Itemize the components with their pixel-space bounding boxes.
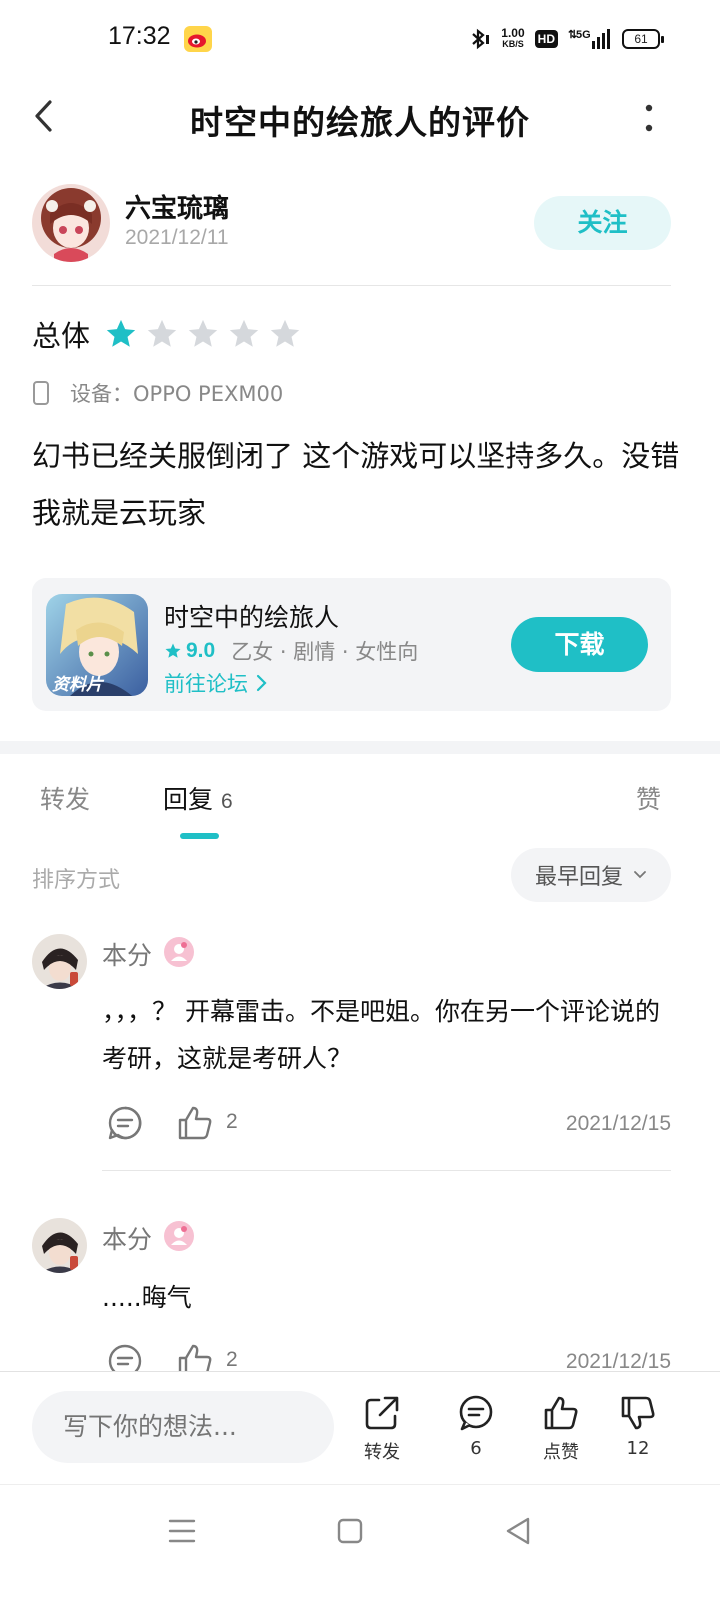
comment-date: 2021/12/15	[565, 1350, 671, 1371]
header: 时空中的绘旅人的评价	[0, 80, 720, 156]
network-type: 5G	[576, 29, 591, 41]
comment-text: ，，，？ 开幕雷击。不是吧姐。你在另一个评论说的考研，这就是考研人？	[102, 997, 660, 1073]
chevron-right-icon	[256, 674, 267, 692]
star-empty-icon	[229, 319, 259, 347]
system-nav-bar	[0, 1484, 720, 1608]
app-name[interactable]: 时空中的绘旅人	[164, 598, 339, 634]
like-button[interactable]: 点赞	[526, 1394, 596, 1464]
forward-button[interactable]: 转发	[347, 1394, 417, 1464]
weibo-icon	[184, 26, 212, 52]
tab-reply-count: 6	[221, 790, 233, 813]
status-bar: 17:32 1.00 KB/S HD ⇅ 5G 61	[0, 0, 720, 80]
hd-badge: HD	[534, 30, 558, 48]
active-tab-indicator	[180, 833, 219, 839]
author-name[interactable]: 六宝琉璃	[125, 188, 229, 225]
thumbs-up-icon[interactable]	[176, 1342, 214, 1371]
tab-forward[interactable]: 转发	[40, 780, 90, 816]
rating-label: 总体	[32, 319, 91, 353]
bluetooth-icon	[472, 28, 490, 50]
tab-reply[interactable]: 回复 6	[163, 780, 233, 816]
sort-selected: 最早回复	[534, 865, 623, 890]
star-filled-icon	[106, 319, 136, 347]
comment-text: .....晦气	[102, 1283, 192, 1312]
device-info: 设备：OPPO PEXM00	[32, 376, 283, 410]
comment-button[interactable]: 6	[441, 1394, 511, 1459]
share-icon	[365, 1396, 399, 1430]
page-title: 时空中的绘旅人的评价	[190, 103, 530, 142]
sort-label: 排序方式	[32, 868, 121, 893]
divider	[32, 285, 671, 286]
app-tags: 乙女 · 剧情 · 女性向	[231, 640, 419, 664]
comment-item: 本分 ，，，？ 开幕雷击。不是吧姐。你在另一个评论说的考研，这就是考研人？ 2 …	[0, 930, 720, 1171]
device-label: 设备：OPPO PEXM00	[70, 382, 284, 406]
speed-value: 1.00	[501, 26, 525, 40]
user-badge-icon	[164, 937, 194, 967]
signal-icon: ⇅ 5G	[568, 29, 610, 49]
comment-input[interactable]	[32, 1391, 334, 1463]
star-icon	[165, 643, 181, 658]
back-icon[interactable]	[498, 1511, 538, 1551]
comment-divider	[102, 1170, 671, 1171]
commenter-name[interactable]: 本分	[102, 1220, 152, 1256]
star-empty-icon	[188, 319, 218, 347]
commenter-avatar[interactable]	[32, 1218, 87, 1273]
chevron-down-icon	[634, 871, 646, 879]
app-icon-text: 资料片	[52, 675, 105, 695]
commenter-avatar[interactable]	[32, 934, 87, 989]
reply-icon[interactable]	[106, 1342, 144, 1371]
tab-like[interactable]: 赞	[636, 780, 661, 816]
more-options-icon[interactable]	[636, 98, 662, 138]
app-meta: 9.0 乙女 · 剧情 · 女性向	[164, 636, 418, 666]
rating-row: 总体	[32, 312, 309, 356]
forum-link[interactable]: 前往论坛	[164, 668, 270, 698]
tab-reply-label: 回复	[163, 785, 214, 814]
app-score: 9.0	[186, 639, 216, 662]
star-empty-icon	[270, 319, 300, 347]
author-section: 六宝琉璃 2021/12/11 关注	[0, 180, 720, 270]
dislike-count: 12	[626, 1438, 650, 1459]
star-rating	[104, 317, 309, 351]
status-time: 17:32	[108, 22, 171, 50]
comment-like-count: 2	[226, 1348, 238, 1371]
app-icon[interactable]: 资料片	[46, 594, 148, 696]
comment-count: 6	[470, 1438, 482, 1459]
user-badge-icon	[164, 1221, 194, 1251]
forward-label: 转发	[364, 1442, 400, 1463]
author-avatar[interactable]	[32, 184, 110, 262]
home-icon[interactable]	[330, 1511, 370, 1551]
download-button[interactable]: 下载	[511, 617, 648, 672]
comment-like-count: 2	[226, 1110, 238, 1133]
review-text: 幻书已经关服倒闭了 这个游戏可以坚持多久。没错我就是云玩家	[32, 439, 680, 530]
reply-icon[interactable]	[106, 1104, 144, 1142]
star-empty-icon	[147, 319, 177, 347]
battery-indicator: 61	[622, 29, 664, 49]
review-date: 2021/12/11	[125, 226, 229, 249]
commenter-name[interactable]: 本分	[102, 936, 152, 972]
comment-item: 本分 .....晦气 2 2021/12/15	[0, 1214, 720, 1371]
sort-dropdown[interactable]: 最早回复	[511, 848, 671, 902]
bottom-action-bar: 转发 6 点赞 12	[0, 1371, 720, 1483]
thumbs-up-icon	[544, 1396, 578, 1430]
phone-icon	[33, 381, 49, 405]
forum-link-label[interactable]: 前往论坛	[164, 668, 248, 698]
app-card[interactable]: 资料片 时空中的绘旅人 9.0 乙女 · 剧情 · 女性向 前往论坛 下载	[32, 578, 671, 711]
section-separator	[0, 741, 720, 754]
status-icons: 1.00 KB/S HD ⇅ 5G 61	[467, 24, 664, 54]
network-speed: 1.00 KB/S	[501, 26, 525, 50]
thumbs-up-icon[interactable]	[176, 1104, 214, 1142]
menu-icon[interactable]	[162, 1511, 202, 1551]
follow-button[interactable]: 关注	[534, 196, 671, 250]
comment-date: 2021/12/15	[565, 1112, 671, 1135]
like-label: 点赞	[543, 1442, 579, 1463]
speed-unit: KB/S	[502, 39, 524, 49]
dislike-button[interactable]: 12	[603, 1394, 673, 1459]
comment-icon	[459, 1395, 493, 1431]
thumbs-down-icon	[621, 1396, 655, 1430]
